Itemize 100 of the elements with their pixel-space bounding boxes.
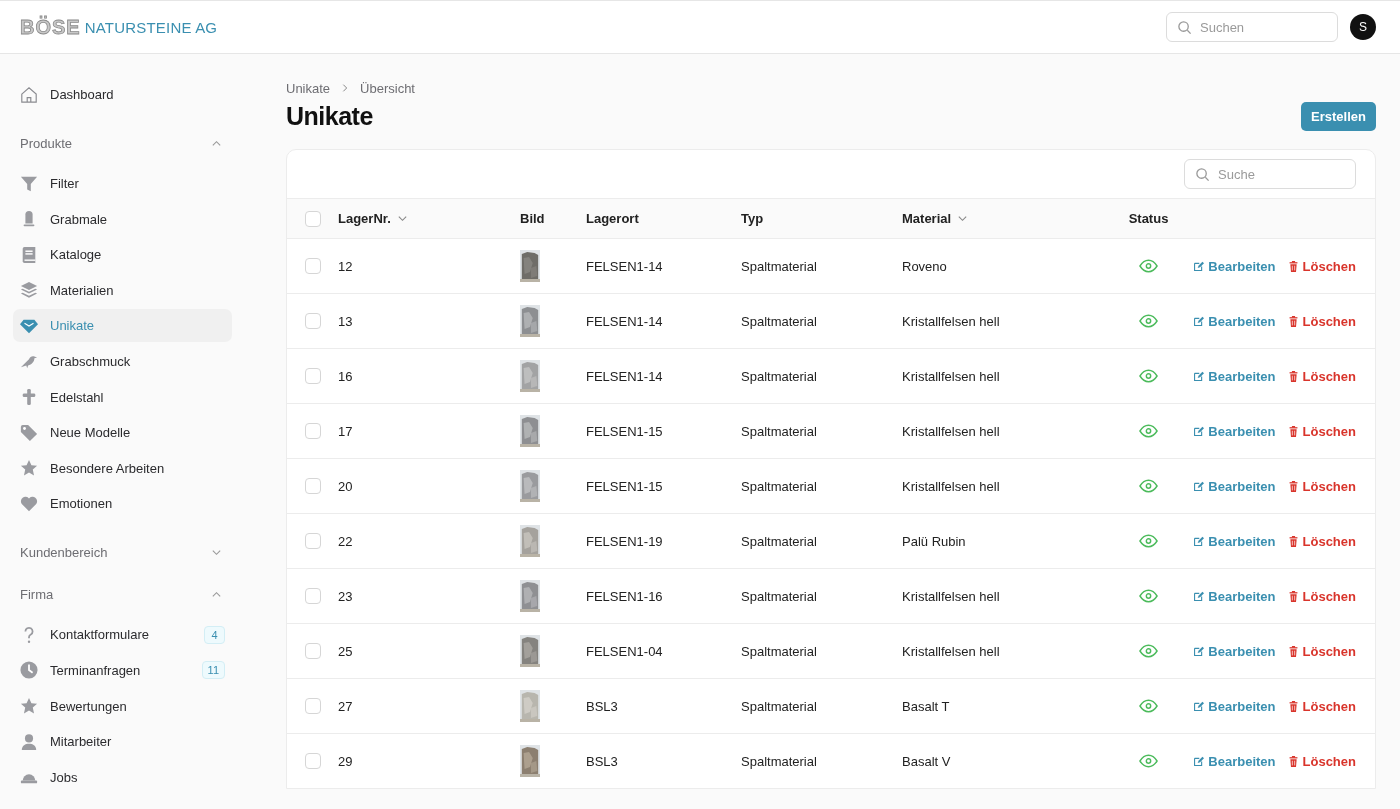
person-icon (20, 732, 38, 751)
trash-icon (1287, 700, 1299, 712)
checkbox[interactable] (305, 588, 321, 604)
eye-icon[interactable] (1139, 424, 1158, 438)
column-header[interactable]: Material (902, 211, 969, 226)
edit-link[interactable]: Bearbeiten (1193, 588, 1276, 604)
delete-link[interactable]: Löschen (1287, 588, 1356, 604)
table-cell: Spaltmaterial (741, 368, 817, 384)
edit-link[interactable]: Bearbeiten (1193, 643, 1276, 659)
table-cell: Spaltmaterial (741, 588, 817, 604)
cross-icon (20, 388, 38, 407)
edit-link[interactable]: Bearbeiten (1193, 533, 1276, 549)
edit-link[interactable]: Bearbeiten (1193, 368, 1276, 384)
table-cell: FELSEN1-16 (586, 588, 663, 604)
funnel-icon (20, 174, 38, 193)
edit-link[interactable]: Bearbeiten (1193, 698, 1276, 714)
eye-icon[interactable] (1139, 479, 1158, 493)
delete-link[interactable]: Löschen (1287, 258, 1356, 274)
checkbox[interactable] (305, 643, 321, 659)
checkbox[interactable] (305, 753, 321, 769)
eye-icon[interactable] (1139, 644, 1158, 658)
breadcrumb-link[interactable]: Unikate (286, 80, 331, 96)
nav-item[interactable]: Neue Modelle (13, 416, 232, 450)
column-header[interactable]: LagerNr. (338, 211, 408, 226)
table-cell: Spaltmaterial (741, 533, 817, 549)
layers-icon (20, 281, 38, 300)
trash-icon (1287, 755, 1299, 767)
eye-icon[interactable] (1139, 314, 1158, 328)
nav-item[interactable]: Besondere Arbeiten (13, 451, 232, 485)
edit-link[interactable]: Bearbeiten (1193, 423, 1276, 439)
checkbox[interactable] (305, 258, 321, 274)
count-badge: 11 (201, 661, 225, 680)
checkbox[interactable] (305, 368, 321, 384)
delete-link[interactable]: Löschen (1287, 698, 1356, 714)
nav-item[interactable]: Materialien (13, 273, 232, 307)
section-header[interactable]: Firma (13, 584, 232, 605)
edit-link[interactable]: Bearbeiten (1193, 313, 1276, 329)
delete-link[interactable]: Löschen (1287, 423, 1356, 439)
trash-icon (1287, 590, 1299, 602)
table-cell: BSL3 (586, 698, 618, 714)
checkbox[interactable] (305, 423, 321, 439)
nav-item[interactable]: Kataloge (13, 238, 232, 272)
section-header[interactable]: Kundenbereich (13, 542, 232, 563)
checkbox[interactable] (305, 210, 321, 227)
eye-icon[interactable] (1139, 369, 1158, 383)
table-cell: Spaltmaterial (741, 643, 817, 659)
checkbox[interactable] (305, 478, 321, 494)
edit-icon (1193, 370, 1205, 382)
eye-icon[interactable] (1139, 754, 1158, 768)
edit-link[interactable]: Bearbeiten (1193, 753, 1276, 769)
delete-link[interactable]: Löschen (1287, 643, 1356, 659)
nav-item[interactable]: Mitarbeiter (13, 725, 232, 759)
nav-item[interactable]: Jobs (13, 760, 232, 794)
nav-item[interactable]: Emotionen (13, 487, 232, 521)
trash-icon (1287, 480, 1299, 492)
trash-icon (1287, 645, 1299, 657)
eye-icon[interactable] (1139, 699, 1158, 713)
nav-item[interactable]: Bewertungen (13, 689, 232, 723)
search-field[interactable]: Suchen (1166, 12, 1338, 42)
breadcrumb-link[interactable]: Übersicht (360, 80, 415, 96)
checkbox[interactable] (305, 698, 321, 714)
home-icon (20, 85, 38, 104)
table-cell: FELSEN1-19 (586, 533, 663, 549)
trash-icon (1287, 535, 1299, 547)
table-cell: FELSEN1-14 (586, 368, 663, 384)
nav-item[interactable]: Filter (13, 167, 232, 200)
table-cell: Spaltmaterial (741, 753, 817, 769)
nav-item[interactable]: Dashboard (13, 78, 232, 111)
nav-item[interactable]: Terminanfragen 11 (13, 653, 232, 687)
nav-item[interactable]: Grabschmuck (13, 344, 232, 378)
table-cell: FELSEN1-15 (586, 478, 663, 494)
search-field[interactable]: Suche (1184, 159, 1356, 189)
table-cell: FELSEN1-04 (586, 643, 663, 659)
nav-item[interactable]: Edelstahl (13, 380, 232, 414)
delete-link[interactable]: Löschen (1287, 313, 1356, 329)
count-badge: 4 (204, 625, 225, 644)
delete-link[interactable]: Löschen (1287, 753, 1356, 769)
table-cell: FELSEN1-15 (586, 423, 663, 439)
nav-item[interactable]: Grabmale (13, 202, 232, 236)
eye-icon[interactable] (1139, 259, 1158, 273)
table-cell: Spaltmaterial (741, 423, 817, 439)
delete-link[interactable]: Löschen (1287, 478, 1356, 494)
create-button[interactable]: Erstellen (1301, 102, 1376, 131)
checkbox[interactable] (305, 313, 321, 329)
checkbox[interactable] (305, 533, 321, 549)
edit-link[interactable]: Bearbeiten (1193, 258, 1276, 274)
table-cell: Kristallfelsen hell (902, 313, 1000, 329)
table-cell: 17 (338, 423, 353, 439)
logo-text: NATURSTEINE AG (84, 18, 218, 36)
heart-icon (20, 494, 38, 513)
delete-link[interactable]: Löschen (1287, 368, 1356, 384)
eye-icon[interactable] (1139, 589, 1158, 603)
avatar[interactable]: S (1350, 14, 1376, 40)
star-icon (20, 697, 38, 716)
eye-icon[interactable] (1139, 534, 1158, 548)
nav-item[interactable]: Kontaktformulare 4 (13, 618, 232, 652)
delete-link[interactable]: Löschen (1287, 533, 1356, 549)
edit-link[interactable]: Bearbeiten (1193, 478, 1276, 494)
section-header[interactable]: Produkte (13, 133, 232, 153)
nav-item[interactable]: Unikate (13, 309, 232, 343)
